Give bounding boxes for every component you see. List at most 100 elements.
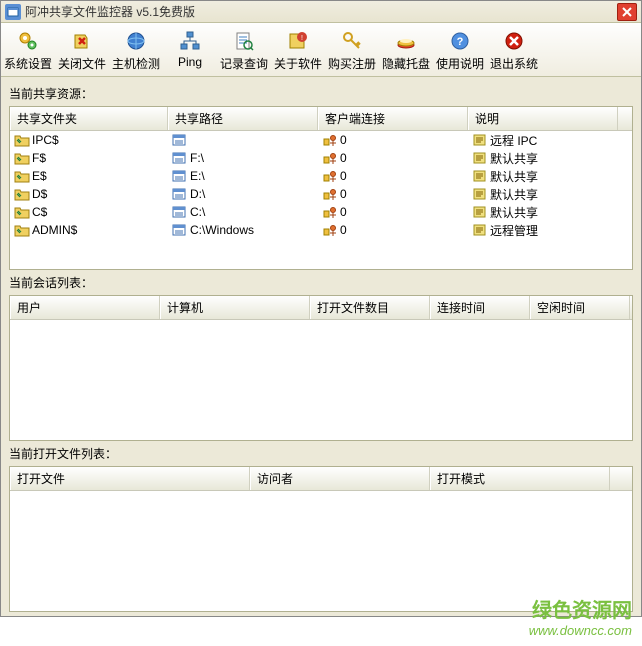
toolbar-btn-1[interactable]: 关闭文件	[55, 27, 109, 76]
folder-icon	[14, 133, 30, 147]
section1-label: 当前共享资源：	[9, 85, 633, 102]
toolbar-btn-8[interactable]: ? 使用说明	[433, 27, 487, 76]
cell-conn: 0	[340, 223, 347, 237]
toolbar: 系统设置关闭文件主机检测Ping记录查询! 关于软件购买注册隐藏托盘? 使用说明退出…	[1, 23, 641, 77]
connection-icon	[322, 205, 338, 219]
column-header[interactable]: 共享路径	[168, 107, 318, 130]
column-header[interactable]: 连接时间	[430, 296, 530, 319]
cell-folder: E$	[32, 169, 47, 183]
table-row[interactable]: F$ F:\ 0 默认共享	[10, 149, 632, 167]
toolbar-label: 隐藏托盘	[379, 55, 433, 72]
cell-folder: D$	[32, 187, 47, 201]
toolbar-label: 退出系统	[487, 55, 541, 72]
cell-desc: 默认共享	[490, 204, 538, 221]
cell-folder: C$	[32, 205, 47, 219]
path-icon	[172, 205, 188, 219]
gears-icon	[1, 29, 55, 53]
path-icon	[172, 151, 188, 165]
column-header[interactable]: 说明	[468, 107, 618, 130]
connection-icon	[322, 151, 338, 165]
folder-icon	[14, 205, 30, 219]
column-header[interactable]: 客户端连接	[318, 107, 468, 130]
toolbar-btn-9[interactable]: 退出系统	[487, 27, 541, 76]
table-row[interactable]: D$D:\0默认共享	[10, 185, 632, 203]
cell-desc: 远程 IPC	[490, 132, 537, 149]
window-title: 阿冲共享文件监控器 v5.1免费版	[25, 3, 617, 20]
folder-icon	[14, 151, 30, 165]
cell-conn: 0	[340, 151, 347, 165]
cell-path: C:\	[190, 205, 205, 219]
sessions-panel: 用户计算机打开文件数目连接时间空闲时间	[9, 295, 633, 441]
tray-icon	[379, 29, 433, 53]
column-header[interactable]: 打开文件数目	[310, 296, 430, 319]
toolbar-btn-5[interactable]: ! 关于软件	[271, 27, 325, 76]
cell-path: D:\	[190, 187, 205, 201]
path-icon	[172, 187, 188, 201]
close-file-icon	[55, 29, 109, 53]
toolbar-label: 关闭文件	[55, 55, 109, 72]
table-row[interactable]: ADMIN$ C:\Windows 0 远程管理	[10, 221, 632, 239]
cell-conn: 0	[340, 169, 347, 183]
note-icon	[472, 169, 488, 183]
toolbar-label: 使用说明	[433, 55, 487, 72]
column-header[interactable]: 访问者	[250, 467, 430, 490]
globe-icon	[109, 29, 163, 53]
section2-label: 当前会话列表：	[9, 274, 633, 291]
toolbar-label: 购买注册	[325, 55, 379, 72]
toolbar-label: 记录查询	[217, 55, 271, 72]
titlebar: 阿冲共享文件监控器 v5.1免费版	[1, 1, 641, 23]
note-icon	[472, 133, 488, 147]
folder-icon	[14, 187, 30, 201]
cell-conn: 0	[340, 133, 347, 147]
network-icon	[163, 29, 217, 53]
table-row[interactable]: IPC$ 0 远程 IPC	[10, 131, 632, 149]
note-icon	[472, 151, 488, 165]
column-header[interactable]: 空闲时间	[530, 296, 630, 319]
toolbar-label: 主机检测	[109, 55, 163, 72]
column-header[interactable]: 打开文件	[10, 467, 250, 490]
open-files-panel: 打开文件访问者打开模式	[9, 466, 633, 612]
cell-folder: F$	[32, 151, 46, 165]
connection-icon	[322, 223, 338, 237]
toolbar-label: Ping	[163, 55, 217, 69]
app-icon	[5, 4, 21, 20]
table-row[interactable]: C$C:\0默认共享	[10, 203, 632, 221]
path-icon	[172, 169, 188, 183]
connection-icon	[322, 187, 338, 201]
cell-path: C:\Windows	[190, 223, 254, 237]
cell-folder: ADMIN$	[32, 223, 77, 237]
connection-icon	[322, 169, 338, 183]
note-icon	[472, 205, 488, 219]
toolbar-btn-4[interactable]: 记录查询	[217, 27, 271, 76]
toolbar-btn-2[interactable]: 主机检测	[109, 27, 163, 76]
toolbar-btn-0[interactable]: 系统设置	[1, 27, 55, 76]
close-button[interactable]	[617, 3, 637, 21]
cell-desc: 默认共享	[490, 168, 538, 185]
cell-path: F:\	[190, 151, 204, 165]
column-header[interactable]: 共享文件夹	[10, 107, 168, 130]
column-header[interactable]: 计算机	[160, 296, 310, 319]
exit-icon	[487, 29, 541, 53]
cell-folder: IPC$	[32, 133, 59, 147]
about-icon: !	[271, 29, 325, 53]
log-icon	[217, 29, 271, 53]
note-icon	[472, 187, 488, 201]
help-icon: ?	[433, 29, 487, 53]
toolbar-btn-6[interactable]: 购买注册	[325, 27, 379, 76]
path-icon	[172, 133, 188, 147]
cell-desc: 默认共享	[490, 150, 538, 167]
toolbar-btn-3[interactable]: Ping	[163, 27, 217, 76]
toolbar-label: 关于软件	[271, 55, 325, 72]
path-icon	[172, 223, 188, 237]
section3-label: 当前打开文件列表：	[9, 445, 633, 462]
toolbar-label: 系统设置	[1, 55, 55, 72]
table-row[interactable]: E$E:\0默认共享	[10, 167, 632, 185]
column-header[interactable]: 打开模式	[430, 467, 610, 490]
folder-icon	[14, 223, 30, 237]
toolbar-btn-7[interactable]: 隐藏托盘	[379, 27, 433, 76]
cell-desc: 远程管理	[490, 222, 538, 239]
cell-conn: 0	[340, 187, 347, 201]
note-icon	[472, 223, 488, 237]
shared-resources-panel: 共享文件夹共享路径客户端连接说明 IPC$ 0 远程 IPC F$ F:\ 0 默认共享 E$…	[9, 106, 633, 270]
column-header[interactable]: 用户	[10, 296, 160, 319]
